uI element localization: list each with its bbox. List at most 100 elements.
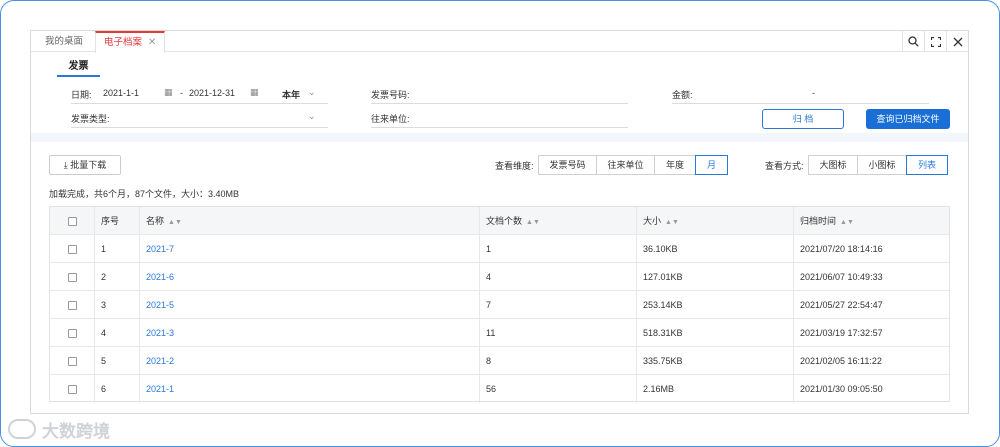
header-time[interactable]: 归档时间 ▲▼ [793, 207, 949, 235]
calendar-icon[interactable]: ▦ [250, 87, 259, 98]
app-window: 我的桌面 电子档案 ✕ 发票 日期: 2021-1-1 ▦ - 2021-12-3… [30, 30, 969, 414]
invoice-no-label: 发票号码: [371, 90, 410, 100]
partner-field[interactable] [371, 127, 628, 128]
row-no: 1 [94, 235, 139, 263]
table-row[interactable]: 1 2021-7 1 36.10KB 2021/07/20 18:14:16 [50, 235, 949, 263]
partner-label: 往来单位: [371, 114, 410, 124]
row-size: 518.31KB [636, 319, 793, 347]
row-checkbox[interactable] [50, 235, 94, 263]
tab-bar: 我的桌面 电子档案 ✕ [31, 31, 968, 53]
amount-field[interactable] [672, 103, 929, 104]
dimension-invoice-no[interactable]: 发票号码 [538, 155, 597, 175]
row-time: 2021/06/07 10:49:33 [793, 263, 949, 291]
amount-separator: - [812, 88, 815, 98]
row-time: 2021/07/20 18:14:16 [793, 235, 949, 263]
row-no: 4 [94, 319, 139, 347]
batch-download-label: 批量下载 [70, 160, 107, 170]
tab-my-desktop[interactable]: 我的桌面 [37, 31, 91, 52]
invoice-no-field[interactable] [371, 103, 628, 104]
table-header: 序号 名称 ▲▼ 文档个数 ▲▼ 大小 ▲▼ 归档时间 ▲▼ [50, 207, 949, 235]
row-size: 127.01KB [636, 263, 793, 291]
row-count: 8 [479, 347, 636, 375]
dimension-partner[interactable]: 往来单位 [596, 155, 655, 175]
row-time: 2021/01/30 09:05:50 [793, 375, 949, 403]
sort-icon[interactable]: ▲▼ [665, 219, 679, 226]
header-time-label: 归档时间 [800, 216, 837, 226]
row-name-link[interactable]: 2021-2 [139, 347, 479, 375]
load-summary: 加载完成，共6个月，87个文件，大小：3.40MB [49, 189, 240, 199]
dimension-year[interactable]: 年度 [654, 155, 696, 175]
filter-row-1: 日期: 2021-1-1 ▦ - 2021-12-31 ▦ 本年 ⌄ 发票号码:… [31, 85, 968, 105]
table-row[interactable]: 4 2021-3 11 518.31KB 2021/03/19 17:32:57 [50, 319, 949, 347]
chevron-down-icon[interactable]: ⌄ [308, 87, 316, 98]
sort-icon[interactable]: ▲▼ [168, 219, 182, 226]
view-large-icons[interactable]: 大图标 [808, 155, 858, 175]
row-time: 2021/05/27 22:54:47 [793, 291, 949, 319]
row-name-link[interactable]: 2021-6 [139, 263, 479, 291]
header-no: 序号 [94, 207, 139, 235]
date-separator: - [180, 88, 183, 98]
date-underline [71, 103, 328, 104]
sort-icon[interactable]: ▲▼ [840, 219, 854, 226]
close-icon[interactable] [946, 31, 968, 52]
header-count[interactable]: 文档个数 ▲▼ [479, 207, 636, 235]
amount-label: 金额: [672, 90, 693, 100]
row-name-link[interactable]: 2021-1 [139, 375, 479, 403]
batch-download-button[interactable]: ⤓ 批量下载 [49, 155, 121, 175]
view-mode-label: 查看方式: [765, 161, 804, 171]
date-start-field[interactable]: 2021-1-1 [103, 88, 139, 98]
chevron-down-icon[interactable]: ⌄ [308, 111, 316, 122]
row-size: 2.16MB [636, 375, 793, 403]
table-row[interactable]: 6 2021-1 56 2.16MB 2021/01/30 09:05:50 [50, 375, 949, 403]
view-dimension-group: 发票号码 往来单位 年度 月 [538, 155, 728, 175]
row-count: 56 [479, 375, 636, 403]
row-count: 11 [479, 319, 636, 347]
row-checkbox[interactable] [50, 375, 94, 403]
select-all-checkbox[interactable] [50, 207, 94, 235]
tab-invoice[interactable]: 发票 [57, 57, 100, 77]
row-no: 6 [94, 375, 139, 403]
query-archived-button[interactable]: 查询已归档文件 [866, 109, 950, 129]
window-tools [902, 31, 968, 52]
close-icon[interactable]: ✕ [148, 37, 156, 48]
sort-icon[interactable]: ▲▼ [526, 219, 540, 226]
divider [31, 133, 968, 142]
table-row[interactable]: 5 2021-2 8 335.75KB 2021/02/05 16:11:22 [50, 347, 949, 375]
row-count: 4 [479, 263, 636, 291]
table-row[interactable]: 2 2021-6 4 127.01KB 2021/06/07 10:49:33 [50, 263, 949, 291]
row-checkbox[interactable] [50, 319, 94, 347]
view-mode-group: 大图标 小图标 列表 [808, 155, 948, 175]
calendar-icon[interactable]: ▦ [164, 87, 173, 98]
tab-label: 我的桌面 [45, 36, 84, 47]
invoice-type-select[interactable] [71, 127, 328, 128]
row-time: 2021/02/05 16:11:22 [793, 347, 949, 375]
view-small-icons[interactable]: 小图标 [857, 155, 907, 175]
row-size: 253.14KB [636, 291, 793, 319]
row-name-link[interactable]: 2021-3 [139, 319, 479, 347]
dimension-month[interactable]: 月 [695, 155, 728, 175]
view-dimension-label: 查看维度: [495, 161, 534, 171]
table-row[interactable]: 3 2021-5 7 253.14KB 2021/05/27 22:54:47 [50, 291, 949, 319]
date-end-field[interactable]: 2021-12-31 [189, 88, 235, 98]
row-checkbox[interactable] [50, 263, 94, 291]
search-icon[interactable] [902, 31, 924, 52]
header-name[interactable]: 名称 ▲▼ [139, 207, 479, 235]
view-list[interactable]: 列表 [906, 155, 948, 175]
row-name-link[interactable]: 2021-5 [139, 291, 479, 319]
row-checkbox[interactable] [50, 347, 94, 375]
period-select[interactable]: 本年 [282, 88, 300, 101]
header-count-label: 文档个数 [486, 216, 523, 226]
row-count: 7 [479, 291, 636, 319]
row-checkbox[interactable] [50, 291, 94, 319]
header-name-label: 名称 [146, 216, 165, 226]
archive-button[interactable]: 归 档 [762, 109, 844, 129]
watermark-logo: 大数跨境 [8, 416, 110, 442]
logo-icon [8, 419, 36, 439]
invoice-type-label: 发票类型: [71, 114, 110, 124]
download-icon: ⤓ [63, 160, 68, 170]
fullscreen-icon[interactable] [924, 31, 946, 52]
row-name-link[interactable]: 2021-7 [139, 235, 479, 263]
header-size[interactable]: 大小 ▲▼ [636, 207, 793, 235]
tab-label: 电子档案 [104, 37, 143, 48]
tab-electronic-archive[interactable]: 电子档案 ✕ [95, 31, 166, 53]
